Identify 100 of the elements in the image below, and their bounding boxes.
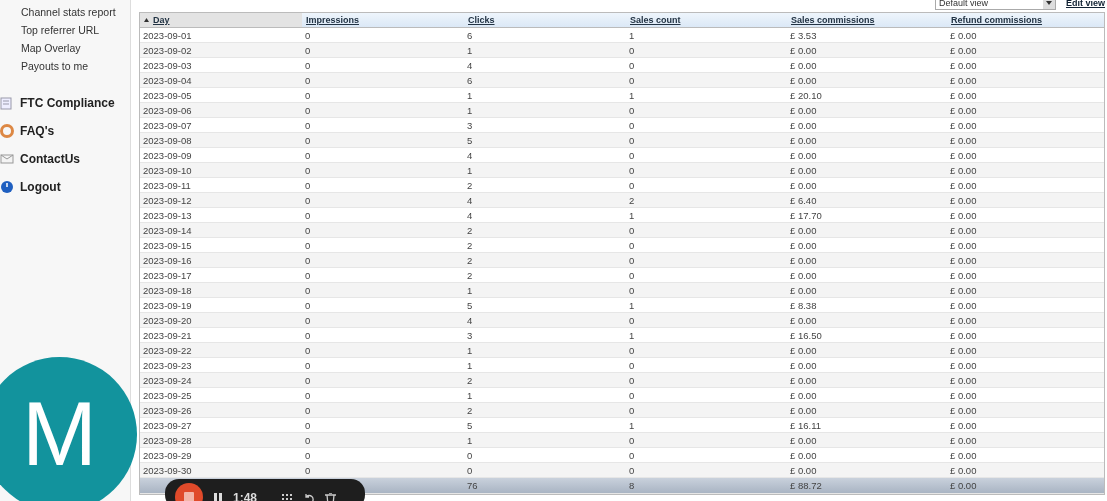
table-cell-text: 0 <box>466 449 474 461</box>
table-cell-text: 0 <box>628 149 636 161</box>
table-cell-text: 0 <box>628 164 636 176</box>
table-cell-text: 4 <box>466 59 474 71</box>
table-cell-text: 2023-09-11 <box>142 179 192 191</box>
sidebar-section-link[interactable]: FTC Compliance <box>20 96 115 110</box>
table-cell-text: 0 <box>628 284 636 296</box>
table-cell-text: £ 0.00 <box>949 419 978 431</box>
table-cell-text: £ 0.00 <box>949 44 978 56</box>
table-cell-text: £ 0.00 <box>789 434 818 446</box>
table-cell-text: 2 <box>466 254 474 266</box>
table-cell-text: 4 <box>466 194 474 206</box>
total-cell-text: £ 0.00 <box>949 480 978 491</box>
table-cell-text: 5 <box>466 419 474 431</box>
column-header[interactable]: Refund commissions <box>947 13 1104 27</box>
table-cell-text: 0 <box>628 134 636 146</box>
table-cell-text: 2023-09-24 <box>142 374 193 386</box>
table-cell-text: 2023-09-22 <box>142 344 193 356</box>
table-cell-text: 0 <box>628 224 636 236</box>
table-cell-text: 2023-09-08 <box>142 134 193 146</box>
table-cell-text: £ 0.00 <box>949 254 978 266</box>
sidebar-link[interactable]: Channel stats report <box>21 4 130 22</box>
table-cell-text: 1 <box>628 89 636 101</box>
table-cell-text: 0 <box>628 344 636 356</box>
table-cell-text: 2023-09-02 <box>142 44 193 56</box>
table-cell-text: 6 <box>466 74 474 86</box>
table-cell-text: £ 0.00 <box>949 314 978 326</box>
table-cell-text: 0 <box>304 329 312 341</box>
edit-view-link[interactable]: Edit view <box>1066 0 1105 8</box>
table-cell-text: 2023-09-20 <box>142 314 193 326</box>
table-cell-text: £ 0.00 <box>789 224 818 236</box>
table-cell-text: 5 <box>466 134 474 146</box>
trash-icon[interactable] <box>325 493 337 501</box>
table-cell-text: £ 8.38 <box>789 299 818 311</box>
table-cell-text: 0 <box>304 59 312 71</box>
table-cell-text: 0 <box>304 44 312 56</box>
grid-icon[interactable] <box>281 493 294 501</box>
table-cell-text: 1 <box>466 389 474 401</box>
table-cell-text: 0 <box>304 119 312 131</box>
sidebar-link[interactable]: Payouts to me <box>21 58 130 76</box>
column-header[interactable]: Sales count <box>626 13 787 27</box>
table-cell-text: £ 0.00 <box>949 269 978 281</box>
sidebar-section-link[interactable]: ContactUs <box>20 152 80 166</box>
column-header[interactable]: Impressions <box>302 13 464 27</box>
table-cell-text: 1 <box>628 329 636 341</box>
table-cell-text: £ 6.40 <box>789 194 818 206</box>
sidebar-link[interactable]: Top referrer URL <box>21 22 130 40</box>
table-cell-text: 2 <box>466 224 474 236</box>
column-header[interactable]: Day <box>140 13 302 27</box>
table-cell-text: 0 <box>304 389 312 401</box>
table-cell-text: 2023-09-30 <box>142 464 193 476</box>
table-cell-text: 0 <box>304 374 312 386</box>
table-cell-text: 2023-09-01 <box>142 29 193 41</box>
table-cell-text: 0 <box>628 434 636 446</box>
table-cell-text: £ 0.00 <box>789 119 818 131</box>
table-cell-text: £ 0.00 <box>949 29 978 41</box>
table-cell-text: 0 <box>304 314 312 326</box>
table-cell-text: 0 <box>628 314 636 326</box>
table-cell-text: 4 <box>466 149 474 161</box>
table-cell-text: £ 0.00 <box>789 284 818 296</box>
table-cell-text: 0 <box>628 59 636 71</box>
column-header[interactable]: Clicks <box>464 13 626 27</box>
table-cell-text: 2023-09-29 <box>142 449 193 461</box>
table-cell-text: 1 <box>466 104 474 116</box>
table-cell-text: 0 <box>304 284 312 296</box>
table-cell-text: 3 <box>466 119 474 131</box>
table-cell-text: 2023-09-09 <box>142 149 193 161</box>
sidebar-section-link[interactable]: FAQ's <box>20 124 55 138</box>
table-cell-text: £ 0.00 <box>949 104 978 116</box>
table-cell-text: 0 <box>304 104 312 116</box>
table-cell-text: 2023-09-26 <box>142 404 193 416</box>
undo-icon[interactable] <box>303 493 316 501</box>
table-cell-text: £ 20.10 <box>789 89 823 101</box>
webcam-avatar: M <box>0 357 137 501</box>
table-cell-text: 2 <box>628 194 636 206</box>
column-header[interactable]: Sales commissions <box>787 13 947 27</box>
table-cell-text: 0 <box>304 194 312 206</box>
table-cell-text: £ 0.00 <box>789 134 818 146</box>
sidebar-section-link[interactable]: Logout <box>20 180 61 194</box>
table-cell-text: 0 <box>628 464 636 476</box>
table-cell-text: 0 <box>304 419 312 431</box>
table-cell-text: 2023-09-15 <box>142 239 193 251</box>
table-cell-text: £ 0.00 <box>789 359 818 371</box>
sidebar-link[interactable]: Map Overlay <box>21 40 130 58</box>
table-cell-text: 0 <box>304 359 312 371</box>
table-cell-text: £ 0.00 <box>949 179 978 191</box>
table-cell-text: 0 <box>304 434 312 446</box>
table-cell-text: £ 0.00 <box>949 194 978 206</box>
table-cell-text: 0 <box>466 464 474 476</box>
table-cell-text: £ 0.00 <box>789 149 818 161</box>
table-cell-text: 6 <box>466 29 474 41</box>
table-cell-text: 0 <box>628 179 636 191</box>
table-cell-text: 0 <box>304 224 312 236</box>
table-cell-text: 1 <box>466 344 474 356</box>
view-select[interactable]: Default view <box>935 0 1056 10</box>
table-cell-text: 4 <box>466 209 474 221</box>
table-cell-text: 0 <box>304 164 312 176</box>
table-cell-text: 5 <box>466 299 474 311</box>
table-cell-text: 0 <box>304 134 312 146</box>
table-cell-text: 1 <box>466 434 474 446</box>
